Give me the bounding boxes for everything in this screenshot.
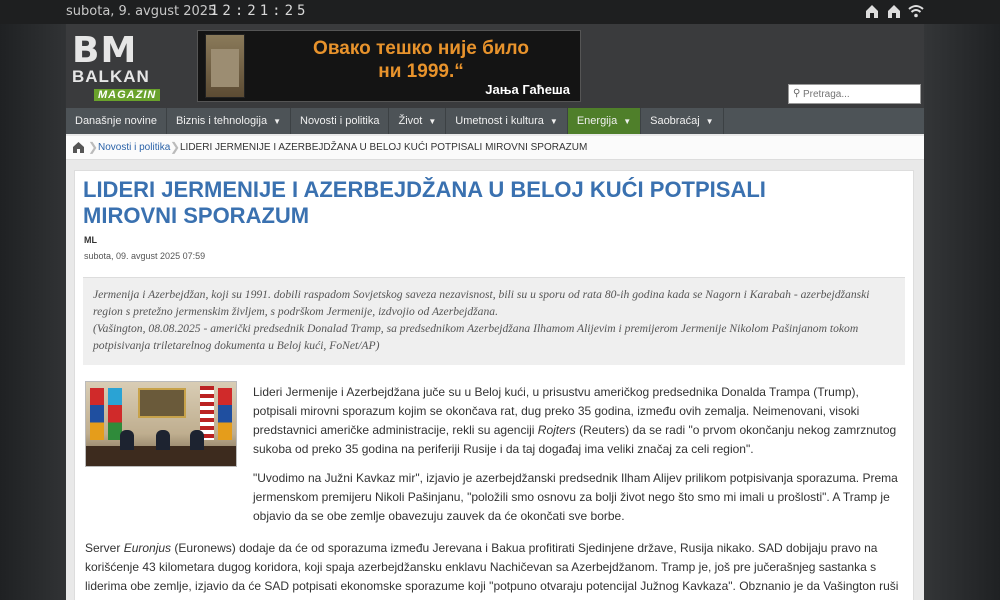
site-header: BM BALKAN MAGAZIN Овако тешко није било …	[66, 24, 924, 108]
advertisement-banner[interactable]: Овако тешко није било ни 1999.“ Јања Гаћ…	[197, 30, 581, 102]
nav-item-biznis[interactable]: Biznis i tehnologija ▼	[167, 108, 291, 134]
logo-bm: BM	[72, 30, 138, 71]
nav-label: Saobraćaj	[650, 115, 700, 127]
article-paragraph-2: "Uvodimo na Južni Kavkaz mir", izjavio j…	[253, 471, 898, 523]
article-paragraph-3: Server Euronjus (Euronews) dodaje da će …	[85, 539, 905, 596]
wifi-icon[interactable]	[908, 3, 924, 19]
paragraph-emphasis: Rojters	[537, 423, 576, 437]
current-date: subota, 9. avgust 2025	[66, 4, 217, 19]
nav-item-danasnje-novine[interactable]: Današnje novine	[66, 108, 167, 134]
article-paragraph-1: Lideri Jermenije i Azerbejdžana juče su …	[253, 383, 905, 459]
nav-label: Život	[398, 115, 423, 127]
top-bar: subota, 9. avgust 2025 12:21:25	[0, 0, 1000, 24]
nav-item-umetnost[interactable]: Umetnost i kultura ▼	[446, 108, 568, 134]
sitemap-icon[interactable]	[864, 3, 880, 19]
home-icon[interactable]	[72, 141, 85, 156]
nav-label: Energija	[576, 115, 618, 127]
breadcrumb-current: LIDERI JERMENIJE I AZERBEJDŽANA U BELOJ …	[180, 142, 588, 153]
page-frame: BM BALKAN MAGAZIN Овако тешко није било …	[66, 24, 924, 600]
nav-item-energija[interactable]: Energija ▼	[567, 108, 642, 134]
search-input[interactable]	[803, 86, 917, 102]
paragraph-emphasis: Euronjus	[123, 541, 172, 555]
nav-item-saobracaj[interactable]: Saobraćaj ▼	[641, 108, 724, 134]
chevron-down-icon: ▼	[273, 117, 281, 126]
nav-label: Novosti i politika	[300, 115, 380, 127]
article-author: ML	[84, 235, 97, 245]
chevron-down-icon: ▼	[428, 117, 437, 126]
lead-text: Jermenija i Azerbejdžan, koji su 1991. d…	[93, 288, 870, 318]
site-logo[interactable]: BM BALKAN MAGAZIN	[72, 30, 184, 104]
home-icon[interactable]	[886, 3, 902, 19]
digital-clock: 12:21:25	[210, 3, 310, 19]
banner-quote: Овако тешко није било ни 1999.“	[313, 38, 529, 82]
nav-label: Današnje novine	[75, 115, 157, 127]
article-title: LIDERI JERMENIJE I AZERBEJDŽANA U BELOJ …	[83, 177, 766, 228]
nav-item-novosti[interactable]: Novosti i politika	[291, 108, 390, 134]
article-lead: Jermenija i Azerbejdžan, koji su 1991. d…	[83, 277, 905, 365]
nav-item-zivot[interactable]: Život ▼	[389, 108, 447, 134]
paragraph-text: Server	[85, 541, 124, 555]
search-icon: ⚲	[793, 88, 801, 99]
logo-balkan: BALKAN	[72, 67, 150, 86]
search-box: ⚲	[788, 84, 921, 104]
article-date: subota, 09. avgust 2025 07:59	[84, 251, 206, 261]
nav-label: Biznis i tehnologija	[175, 115, 268, 127]
painting-in-photo	[138, 388, 186, 418]
breadcrumb-link-category[interactable]: Novosti i politika	[98, 142, 170, 153]
breadcrumb-separator: ❯	[170, 140, 181, 154]
article-photo[interactable]	[85, 381, 237, 467]
breadcrumb-separator: ❯	[88, 140, 99, 154]
article: LIDERI JERMENIJE I AZERBEJDŽANA U BELOJ …	[74, 170, 914, 600]
top-icons	[864, 3, 924, 19]
logo-magazin: MAGAZIN	[94, 89, 161, 101]
paragraph-text: (Euronews) dodaje da će od sporazuma izm…	[85, 541, 899, 593]
main-nav: Današnje novine Biznis i tehnologija ▼ No…	[66, 108, 924, 134]
book-cover-image	[205, 34, 245, 98]
photo-caption: (Vašington, 08.08.2025 - američki predse…	[93, 322, 859, 352]
chevron-down-icon: ▼	[549, 117, 558, 126]
chevron-down-icon: ▼	[705, 117, 714, 126]
banner-author: Јања Гаћеша	[485, 82, 570, 97]
nav-label: Umetnost i kultura	[455, 115, 544, 127]
chevron-down-icon: ▼	[623, 117, 632, 126]
breadcrumb: ❯ Novosti i politika ❯ LIDERI JERMENIJE …	[66, 136, 924, 160]
